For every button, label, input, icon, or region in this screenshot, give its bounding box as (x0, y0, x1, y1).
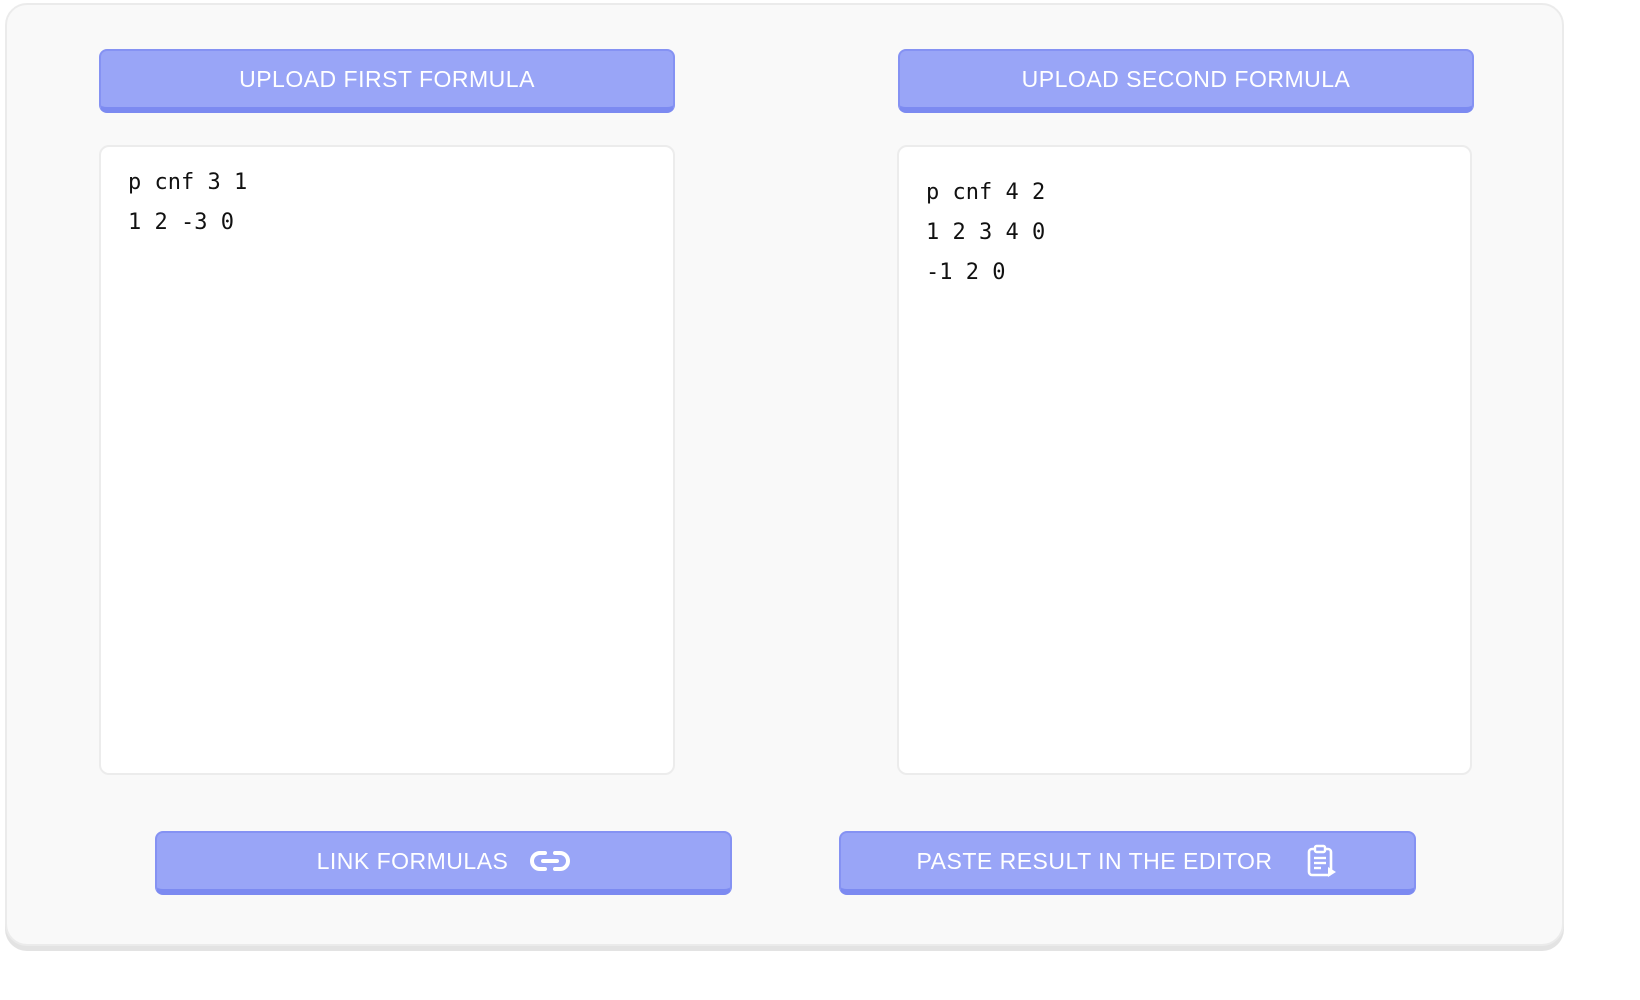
clipboard-paste-icon (1306, 844, 1338, 878)
link-icon (530, 849, 571, 873)
upload-second-formula-button[interactable]: UPLOAD SECOND FORMULA (898, 49, 1474, 113)
editor-line: 1 2 3 4 0 (926, 220, 1046, 245)
link-formulas-label: LINK FORMULAS (316, 847, 509, 874)
upload-second-formula-label: UPLOAD SECOND FORMULA (1021, 65, 1351, 92)
link-formulas-button[interactable]: LINK FORMULAS (155, 831, 732, 895)
editor-line: p cnf 3 1 (128, 170, 248, 195)
second-formula-editor[interactable]: p cnf 4 2 1 2 3 4 0 -1 2 0 (897, 145, 1472, 775)
paste-result-button[interactable]: PASTE RESULT IN THE EDITOR (839, 831, 1416, 895)
editor-line: 1 2 -3 0 (128, 210, 234, 235)
editor-line: -1 2 0 (926, 260, 1006, 285)
paste-result-label: PASTE RESULT IN THE EDITOR (916, 847, 1273, 874)
editor-line: p cnf 4 2 (926, 180, 1046, 205)
first-formula-editor[interactable]: p cnf 3 1 1 2 -3 0 (99, 145, 675, 775)
upload-first-formula-button[interactable]: UPLOAD FIRST FORMULA (99, 49, 675, 113)
upload-first-formula-label: UPLOAD FIRST FORMULA (239, 65, 535, 92)
